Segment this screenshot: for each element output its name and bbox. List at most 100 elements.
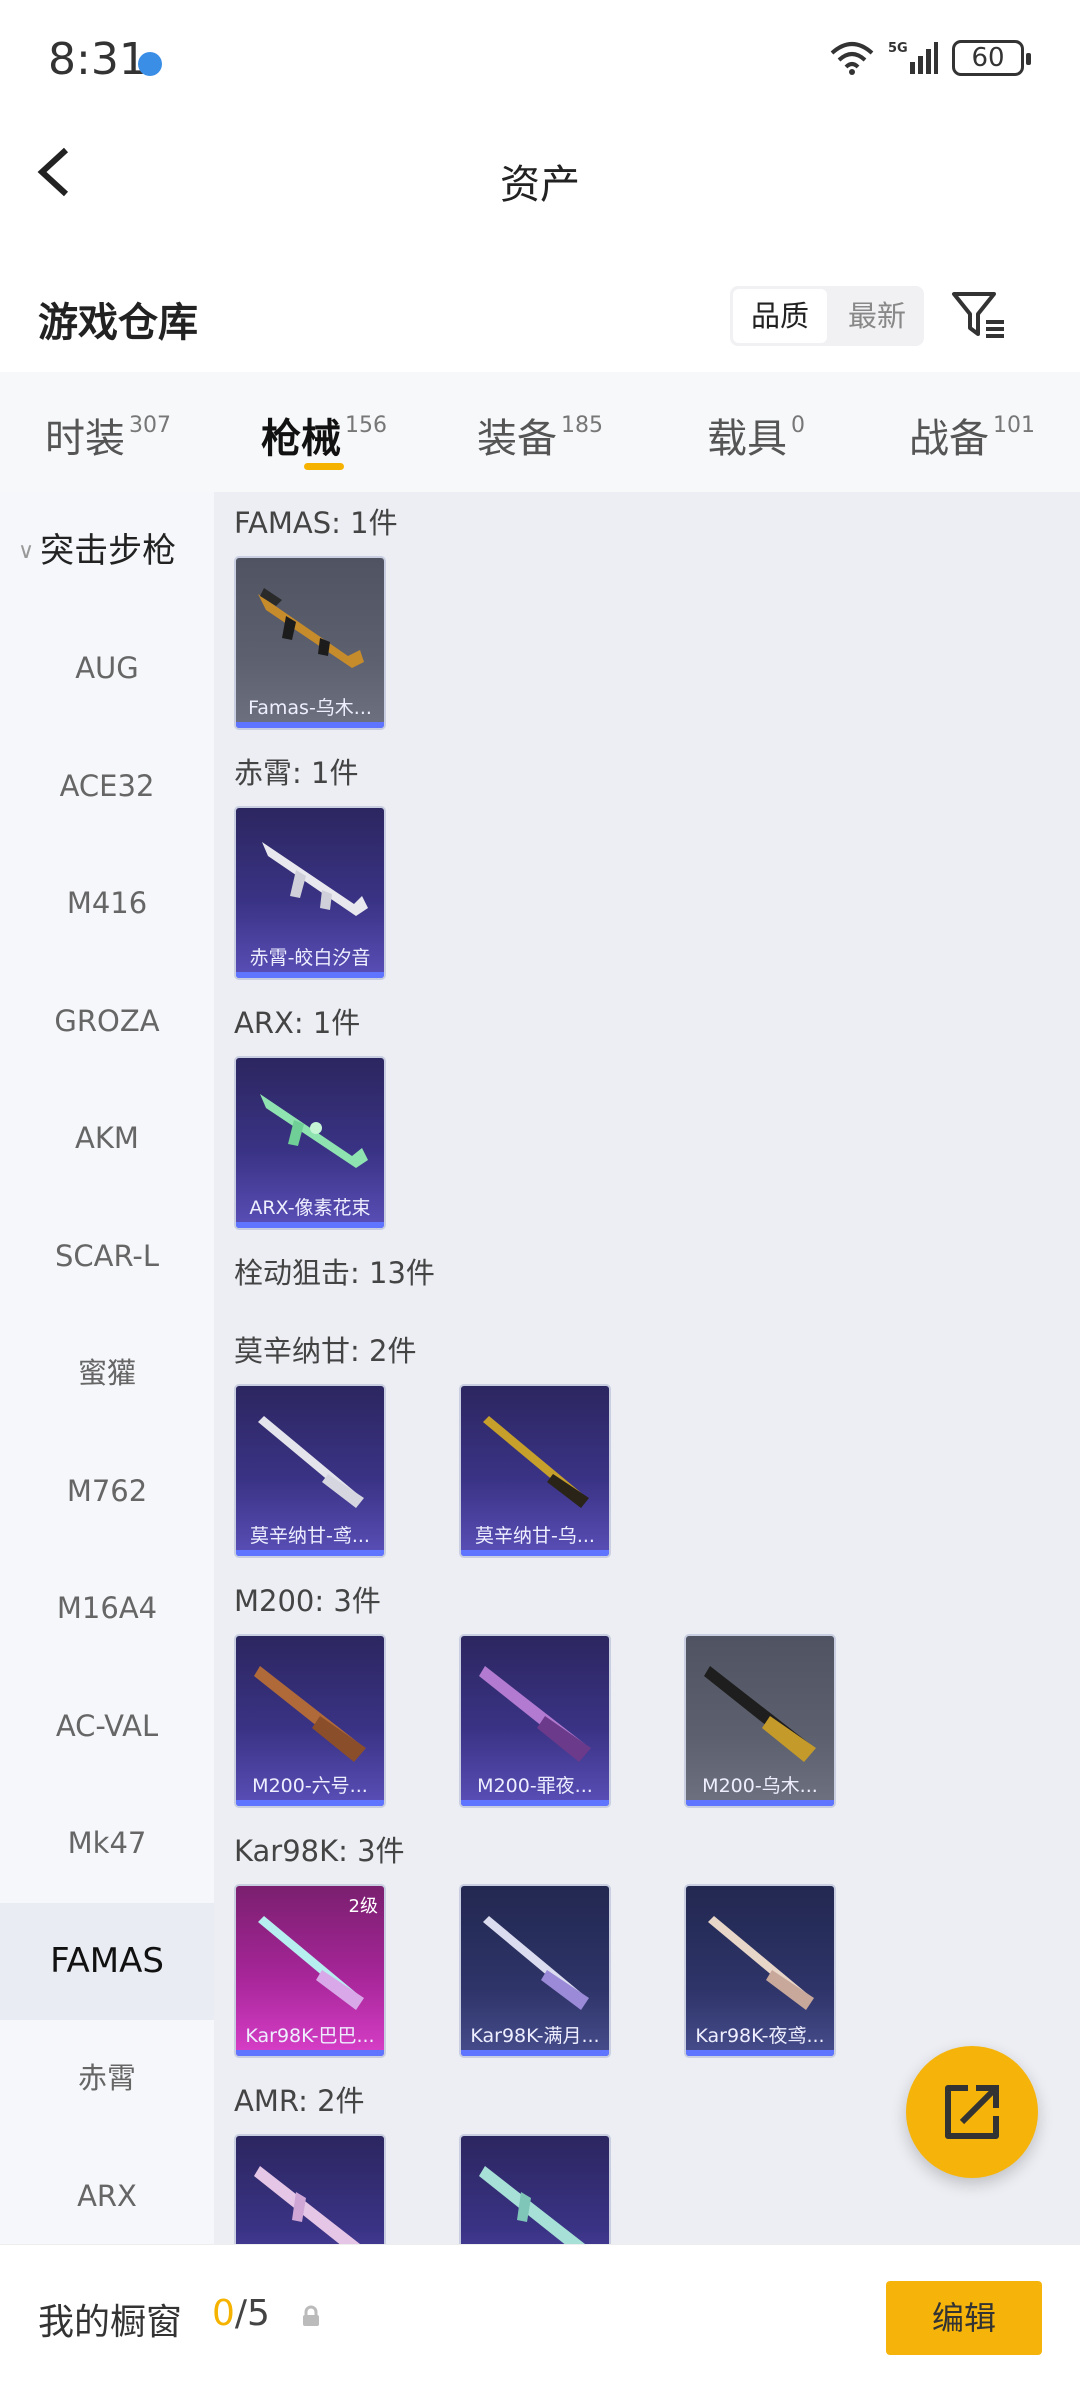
weapon-card[interactable]: ARX-像素花束 <box>234 1056 386 1230</box>
tab-count: 156 <box>345 413 387 438</box>
rarity-bar <box>236 1800 384 1806</box>
weapon-card[interactable]: Famas-乌木... <box>234 556 386 730</box>
sidebar-item-m762[interactable]: M762 <box>0 1433 214 1551</box>
rifle-icon <box>258 588 364 668</box>
tab-weapons[interactable]: 枪械 156 <box>216 372 432 492</box>
sidebar-item-arx[interactable]: ARX <box>0 2138 214 2245</box>
tab-count: 0 <box>791 413 805 438</box>
sidebar-item-m416[interactable]: M416 <box>0 845 214 963</box>
sniper-rifle-icon <box>708 1916 814 2010</box>
sidebar-item-scar-l[interactable]: SCAR-L <box>0 1198 214 1316</box>
sidebar-item-chixiao[interactable]: 赤霄 <box>0 2020 214 2138</box>
header: 资产 <box>0 120 1080 230</box>
tab-count: 101 <box>993 413 1035 438</box>
tab-outfits[interactable]: 时装 307 <box>0 372 216 492</box>
tab-equipment[interactable]: 装备 185 <box>432 372 648 492</box>
weapon-name: 莫辛纳甘-鸢... <box>250 1525 370 1547</box>
weapon-name: 莫辛纳甘-乌... <box>475 1525 595 1547</box>
edit-button[interactable]: 编辑 <box>886 2281 1042 2355</box>
sniper-rifle-icon <box>483 1416 589 1508</box>
warehouse-label: 游戏仓库 <box>38 300 198 346</box>
sort-newest-button[interactable]: 最新 <box>830 286 924 346</box>
sidebar-group-assault-rifles[interactable]: ∨ 突击步枪 <box>0 492 214 610</box>
rarity-bar <box>236 2050 384 2056</box>
sidebar-item-aug[interactable]: AUG <box>0 610 214 728</box>
showcase-used: 0 <box>212 2293 235 2334</box>
filter-icon[interactable] <box>948 284 1008 344</box>
rarity-bar <box>686 1800 834 1806</box>
status-icons: 5G 60 <box>830 40 1031 76</box>
weapon-name: Kar98K-满月... <box>470 2025 600 2047</box>
weapon-name: Kar98K-巴巴... <box>245 2025 375 2047</box>
status-time: 8:31 <box>48 34 147 85</box>
sniper-rifle-icon <box>254 1666 366 1762</box>
weapon-sidebar: ∨ 突击步枪 AUG ACE32 M416 GROZA AKM SCAR-L 蜜獾… <box>0 492 214 2244</box>
sort-quality-button[interactable]: 品质 <box>733 289 828 343</box>
weapon-name: M200-乌木... <box>702 1775 818 1797</box>
weapon-card[interactable]: M200-乌木... <box>684 1634 836 1808</box>
tab-label: 时装 <box>45 416 125 462</box>
sniper-rifle-icon <box>479 2166 585 2244</box>
weapon-card[interactable] <box>459 2134 611 2244</box>
status-bar: 8:31 5G 60 <box>0 0 1080 120</box>
weapon-card[interactable]: 莫辛纳甘-鸢... <box>234 1384 386 1558</box>
tab-count: 185 <box>561 413 603 438</box>
tab-label: 枪械 <box>261 416 341 462</box>
weapon-name: ARX-像素花束 <box>249 1197 371 1219</box>
section-title: 栓动狙击: 13件 <box>234 1256 435 1290</box>
weapon-name: Kar98K-夜鸢... <box>695 2025 825 2047</box>
rarity-bar <box>236 1222 384 1228</box>
weapon-name: 赤霄-皎白汐音 <box>249 947 371 969</box>
showcase-total: /5 <box>234 2293 270 2334</box>
sidebar-item-akm[interactable]: AKM <box>0 1080 214 1198</box>
category-tabs: 时装 307 枪械 156 装备 185 载具 0 战备 101 <box>0 372 1080 492</box>
weapon-card[interactable]: 赤霄-皎白汐音 <box>234 806 386 980</box>
lock-icon <box>303 2305 319 2326</box>
weapon-card[interactable]: 莫辛纳甘-乌... <box>459 1384 611 1558</box>
rifle-icon <box>262 842 368 916</box>
sidebar-item-groza[interactable]: GROZA <box>0 963 214 1081</box>
share-fab[interactable] <box>906 2046 1038 2178</box>
external-link-icon <box>945 2085 999 2139</box>
sidebar-item-famas[interactable]: FAMAS <box>0 1902 214 2020</box>
weapon-card[interactable] <box>234 2134 386 2244</box>
tab-vehicles[interactable]: 载具 0 <box>648 372 864 492</box>
battery-icon: 60 <box>952 40 1031 76</box>
section-title: 莫辛纳甘: 2件 <box>234 1334 417 1368</box>
showcase-label: 我的橱窗 <box>38 2302 183 2343</box>
rarity-bar <box>236 722 384 728</box>
weapon-card[interactable]: M200-六号... <box>234 1634 386 1808</box>
sidebar-item-honey-badger[interactable]: 蜜獾 <box>0 1315 214 1433</box>
weapon-card[interactable]: Kar98K-满月... <box>459 1884 611 2058</box>
section-title: ARX: 1件 <box>234 1006 361 1040</box>
tab-label: 载具 <box>707 416 787 462</box>
weapon-card[interactable]: M200-罪夜... <box>459 1634 611 1808</box>
sniper-rifle-icon <box>258 1916 364 2010</box>
active-tab-indicator <box>304 463 344 470</box>
cellular-5g-icon: 5G <box>888 41 938 74</box>
page-title: 资产 <box>500 162 580 208</box>
weapon-card[interactable]: Kar98K-夜鸢... <box>684 1884 836 2058</box>
sidebar-item-ac-val[interactable]: AC-VAL <box>0 1668 214 1786</box>
sniper-rifle-icon <box>479 1666 591 1762</box>
sniper-rifle-icon <box>258 1416 364 1508</box>
weapon-list: FAMAS: 1件 Famas-乌木... 赤霄: 1件 赤霄-皎白汐音 ARX… <box>214 492 1080 2244</box>
sniper-rifle-icon <box>704 1666 816 1762</box>
rarity-bar <box>686 2050 834 2056</box>
chevron-down-icon: ∨ <box>18 539 35 564</box>
sort-toggle: 品质 最新 <box>730 286 925 346</box>
weapon-name: M200-罪夜... <box>477 1775 593 1797</box>
tab-label: 装备 <box>477 416 557 462</box>
section-title: Kar98K: 3件 <box>234 1834 405 1868</box>
rarity-bar <box>461 1550 609 1556</box>
notification-dot-icon <box>138 52 162 76</box>
sidebar-item-m16a4[interactable]: M16A4 <box>0 1550 214 1668</box>
rarity-bar <box>236 1550 384 1556</box>
sidebar-item-mk47[interactable]: Mk47 <box>0 1785 214 1903</box>
sidebar-item-ace32[interactable]: ACE32 <box>0 728 214 846</box>
weapon-card[interactable]: 2级 Kar98K-巴巴... <box>234 1884 386 2058</box>
warehouse-row: 游戏仓库 品质 最新 <box>0 262 1080 372</box>
showcase-bar: 我的橱窗 0/5 编辑 <box>0 2244 1080 2381</box>
tab-combat-gear[interactable]: 战备 101 <box>864 372 1080 492</box>
tab-label: 战备 <box>909 416 989 462</box>
